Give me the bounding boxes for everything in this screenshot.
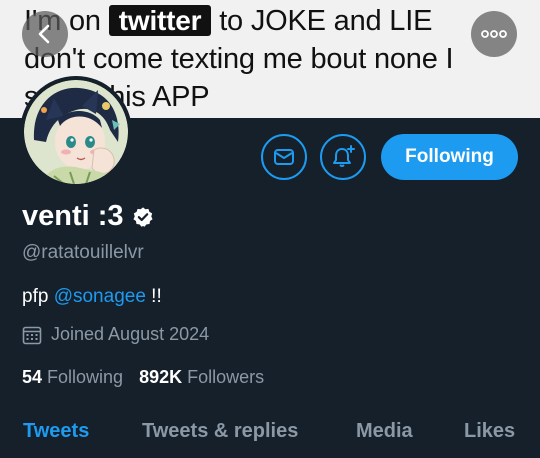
banner-line-2: don't come texting me bout none I [24, 43, 454, 75]
following-label: Following [47, 367, 124, 387]
followers-label: Followers [187, 367, 265, 387]
tab-likes[interactable]: Likes [464, 420, 515, 443]
banner-highlight: twitter [108, 5, 212, 36]
follow-stats: 54 Following 892K Followers [22, 367, 280, 388]
profile-tabs: Tweets Tweets & replies Media Likes [0, 416, 540, 458]
name-row: venti :3 [22, 200, 154, 233]
tab-media[interactable]: Media [356, 420, 413, 443]
followers-count: 892K [139, 367, 183, 387]
joined-date: Joined August 2024 [22, 324, 209, 345]
back-button[interactable] [22, 11, 68, 57]
joined-text: Joined August 2024 [51, 324, 210, 344]
chevron-left-icon [38, 24, 50, 44]
bio-mention-link[interactable]: @sonagee [54, 286, 146, 307]
display-name: venti :3 [22, 200, 124, 232]
more-dots-icon [481, 30, 507, 38]
banner-line-1: I'm on twitter to JOKE and LIE [24, 2, 524, 40]
calendar-icon [22, 326, 42, 344]
banner-line-1-end: to JOKE and LIE [211, 5, 433, 37]
verified-badge-icon[interactable] [132, 206, 154, 228]
more-options-button[interactable] [471, 11, 517, 57]
message-button[interactable] [261, 134, 307, 180]
envelope-icon [274, 149, 294, 165]
bio-text: pfp [22, 286, 54, 307]
followers-stat-link[interactable]: 892K Followers [139, 367, 264, 388]
avatar-image [24, 80, 128, 184]
notifications-button[interactable] [320, 134, 366, 180]
following-button[interactable]: Following [381, 134, 518, 180]
bio-suffix: !! [145, 286, 162, 307]
tab-tweets[interactable]: Tweets [23, 420, 89, 443]
handle: @ratatouillelvr [22, 242, 144, 263]
avatar[interactable] [20, 76, 132, 188]
bio: pfp @sonagee !! [22, 286, 162, 308]
following-count: 54 [22, 367, 43, 387]
bell-plus-icon [333, 145, 355, 167]
tab-tweets-and-replies[interactable]: Tweets & replies [142, 420, 298, 443]
following-stat-link[interactable]: 54 Following [22, 367, 123, 388]
